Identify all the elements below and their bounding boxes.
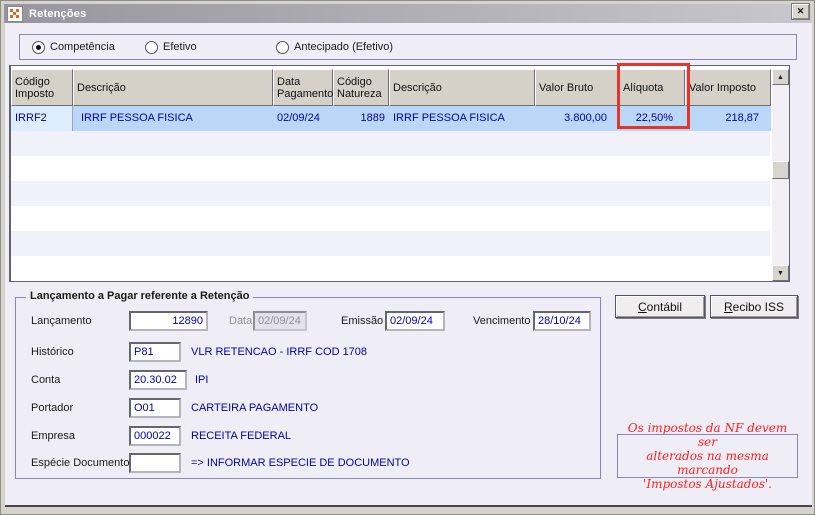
empresa-field[interactable] [129, 426, 181, 446]
cell-descricao-2[interactable]: IRRF PESSOA FISICA [389, 106, 535, 131]
note-line: Os impostos da NF devem ser [627, 421, 788, 449]
scrollbar-thumb[interactable] [772, 161, 789, 179]
title-bar[interactable]: Retenções [4, 4, 811, 23]
table-row[interactable]: IRRF2 IRRF PESSOA FISICA 02/09/24 1889 I… [11, 106, 771, 131]
data-label: Data [229, 315, 253, 327]
vencimento-label: Vencimento [473, 315, 531, 327]
radio-label: Competência [50, 41, 115, 53]
window-bottom-edge [5, 505, 812, 507]
groupbox-title: Lançamento a Pagar referente a Retenção [26, 290, 254, 302]
note-line: alterados na mesma marcando [646, 449, 769, 477]
empresa-label: Empresa [31, 430, 76, 442]
grid-header-row: Código Imposto Descrição Data Pagamento … [11, 69, 771, 106]
recibo-iss-button[interactable]: Recibo ISS [710, 295, 798, 318]
note-line: 'Impostos Ajustados'. [643, 477, 772, 491]
radio-efetivo[interactable]: Efetivo [145, 35, 197, 59]
mode-groupbox: Competência Efetivo Antecipado (Efetivo) [19, 34, 797, 60]
vertical-scrollbar[interactable]: ▲ ▼ [772, 69, 789, 281]
app-icon [7, 5, 23, 22]
column-header-codigo-natureza[interactable]: Código Natureza [333, 69, 389, 106]
scroll-down-icon: ▼ [777, 269, 784, 277]
column-header-codigo-imposto[interactable]: Código Imposto [11, 69, 73, 106]
column-header-descricao-2[interactable]: Descrição [389, 69, 535, 106]
radio-unselected-icon [145, 40, 158, 54]
data-field [253, 311, 307, 331]
cell-data-pagamento[interactable]: 02/09/24 [273, 106, 333, 131]
recibo-iss-button-label: ecibo ISS [732, 299, 785, 314]
historico-field[interactable] [129, 342, 181, 362]
lancamento-field[interactable] [129, 311, 208, 331]
cell-descricao[interactable]: IRRF PESSOA FISICA [73, 106, 273, 131]
column-header-valor-imposto[interactable]: Valor Imposto [685, 69, 771, 106]
column-header-data-pagamento[interactable]: Data Pagamento [273, 69, 333, 106]
historico-label: Histórico [31, 346, 74, 358]
cell-codigo-natureza[interactable]: 1889 [333, 106, 389, 131]
cell-valor-imposto[interactable]: 218,87 [685, 106, 771, 131]
close-button[interactable]: ✕ [791, 3, 810, 20]
radio-unselected-icon [276, 40, 289, 54]
radio-label: Efetivo [163, 41, 197, 53]
cell-valor-bruto[interactable]: 3.800,00 [535, 106, 619, 131]
recibo-iss-button-accel: R [723, 299, 733, 314]
emissao-label: Emissão [341, 315, 384, 327]
cell-aliquota[interactable]: 22,50% [619, 106, 685, 131]
window-title: Retenções [29, 7, 87, 20]
portador-field[interactable] [129, 398, 181, 418]
grid-empty-rows [11, 131, 770, 281]
especie-documento-label: Espécie Documento [31, 457, 130, 469]
conta-desc: IPI [195, 374, 209, 386]
contabil-button-accel: C [637, 299, 647, 314]
scroll-up-icon: ▲ [777, 73, 784, 81]
column-header-valor-bruto[interactable]: Valor Bruto [535, 69, 619, 106]
lancamento-label: Lançamento [31, 315, 92, 327]
column-header-descricao[interactable]: Descrição [73, 69, 273, 106]
scroll-up-button[interactable]: ▲ [772, 69, 789, 85]
cell-codigo-imposto[interactable]: IRRF2 [11, 106, 73, 131]
especie-documento-field[interactable] [129, 453, 181, 473]
vencimento-field[interactable] [533, 311, 591, 331]
historico-desc: VLR RETENCAO - IRRF COD 1708 [191, 346, 368, 358]
impostos-note: Os impostos da NF devem ser alterados na… [617, 421, 798, 491]
column-header-aliquota[interactable]: Alíquota [619, 69, 685, 106]
empresa-desc: RECEITA FEDERAL [191, 430, 292, 442]
close-icon: ✕ [796, 6, 805, 16]
portador-label: Portador [31, 402, 74, 414]
radio-label: Antecipado (Efetivo) [294, 41, 394, 53]
retencoes-grid: Código Imposto Descrição Data Pagamento … [9, 65, 790, 282]
radio-competencia[interactable]: Competência [32, 35, 115, 59]
radio-antecipado[interactable]: Antecipado (Efetivo) [276, 35, 393, 59]
retencoes-dialog: Retenções ✕ Competência Efetivo Antecipa… [0, 0, 815, 515]
contabil-button-label: ontábil [646, 299, 683, 314]
radio-selected-icon [32, 40, 45, 54]
conta-label: Conta [31, 374, 61, 386]
portador-desc: CARTEIRA PAGAMENTO [191, 402, 319, 414]
contabil-button[interactable]: Contábil [615, 295, 705, 318]
conta-field[interactable] [129, 370, 187, 390]
scroll-down-button[interactable]: ▼ [772, 265, 789, 281]
emissao-field[interactable] [385, 311, 445, 331]
especie-documento-desc: => INFORMAR ESPECIE DE DOCUMENTO [191, 457, 410, 469]
